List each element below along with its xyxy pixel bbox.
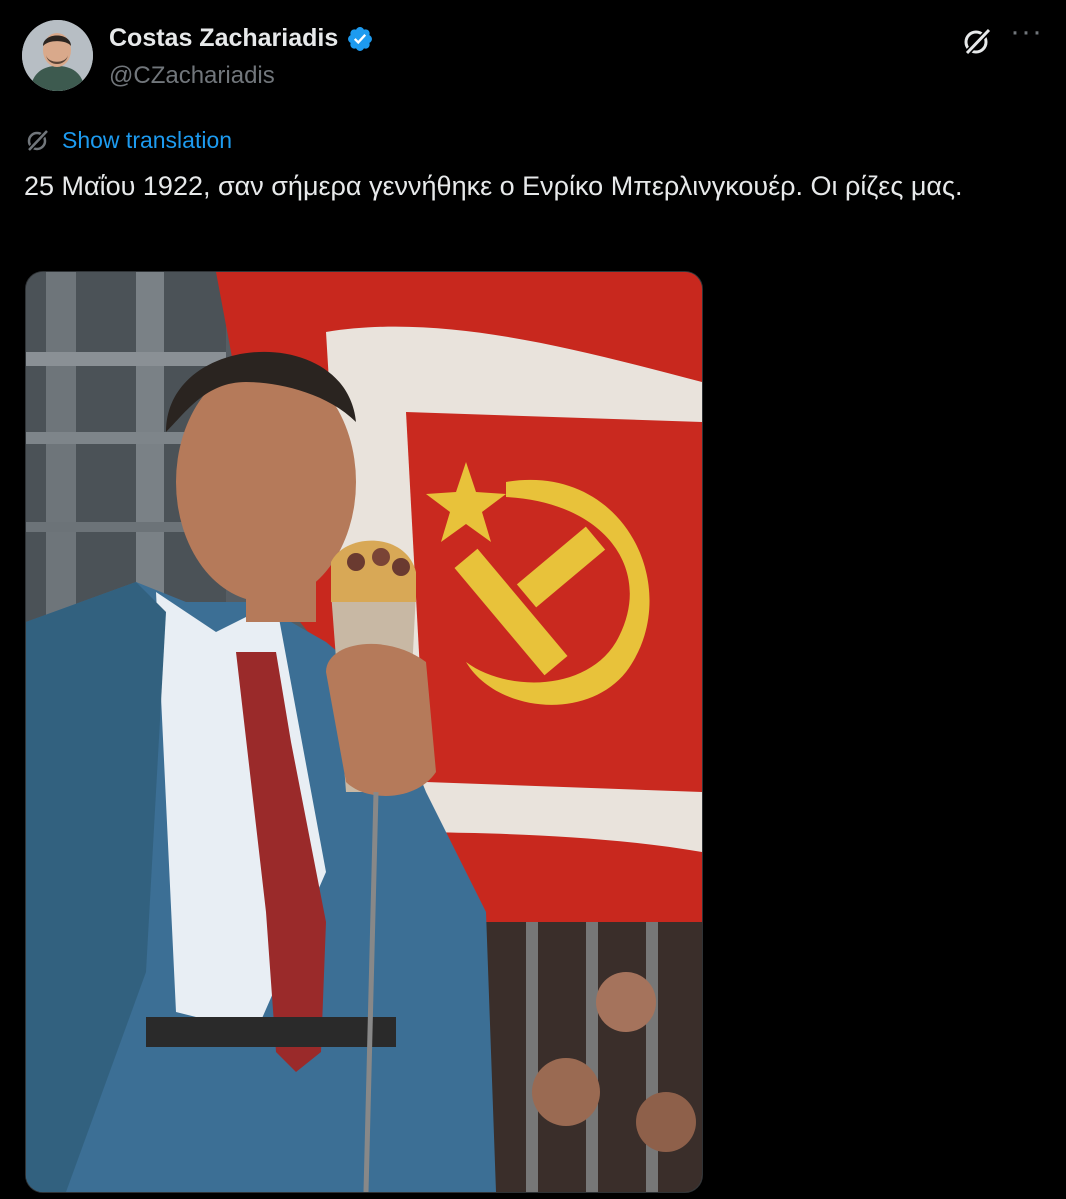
author-name-text: Costas Zachariadis: [109, 24, 339, 52]
translate-row: Show translation: [24, 126, 232, 154]
show-translation-link[interactable]: Show translation: [62, 127, 232, 154]
grok-icon[interactable]: [960, 24, 994, 58]
verified-badge-icon: [348, 26, 373, 51]
tweet-text: 25 Μαΐου 1922, σαν σήμερα γεννήθηκε ο Εν…: [24, 171, 963, 201]
avatar[interactable]: [22, 20, 93, 91]
translate-icon: [27, 129, 49, 152]
photo-illustration: [26, 272, 702, 1192]
tweet-photo[interactable]: [25, 271, 703, 1193]
author-name[interactable]: Costas Zachariadis: [109, 24, 374, 53]
avatar-image: [22, 20, 93, 91]
more-options-icon[interactable]: ···: [1010, 17, 1042, 54]
author-handle[interactable]: @CZachariadis: [109, 62, 275, 90]
